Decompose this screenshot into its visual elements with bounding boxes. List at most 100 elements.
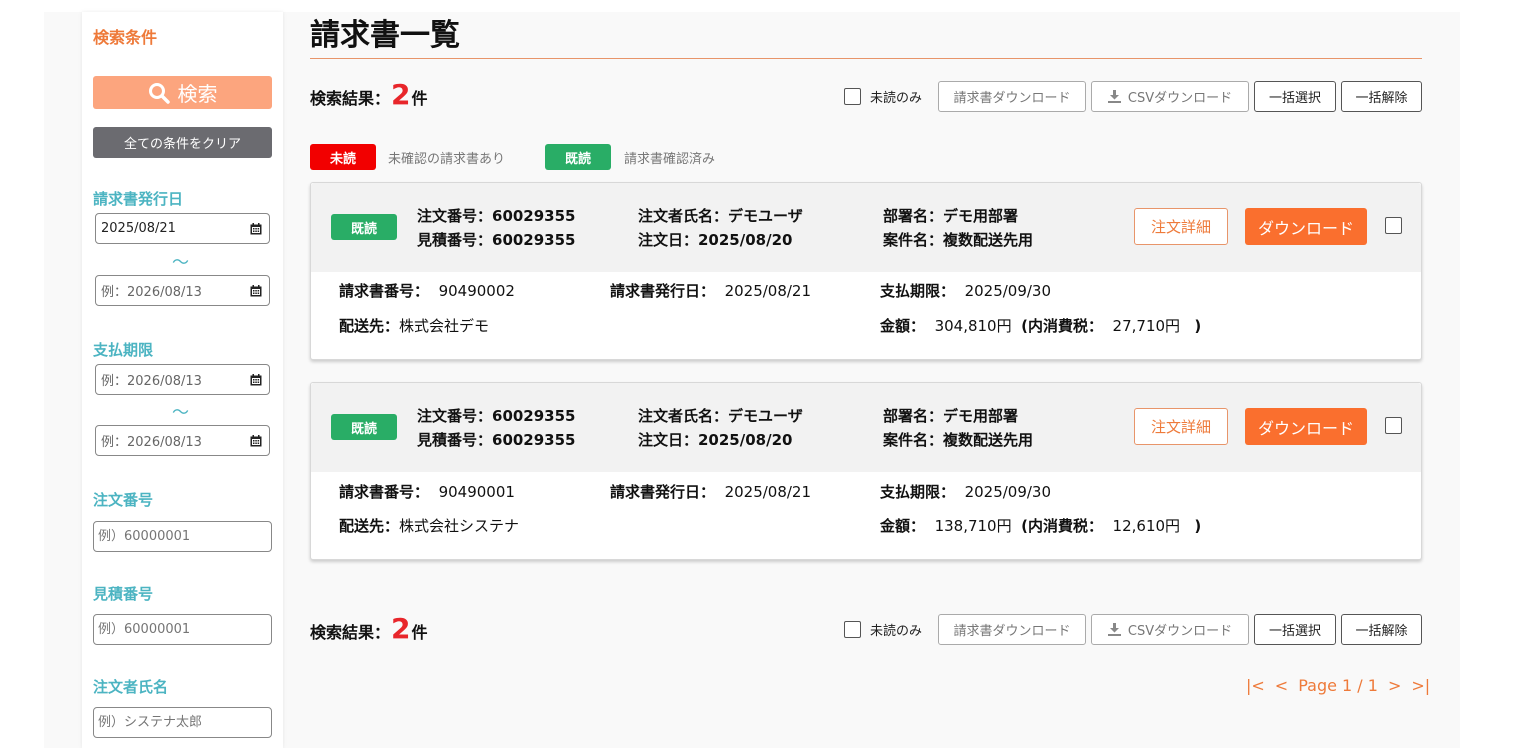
unread-only-checkbox[interactable] bbox=[844, 621, 861, 638]
issue-date-label: 請求書発行日： bbox=[610, 282, 716, 300]
tax-value: 27,710円 bbox=[1112, 317, 1181, 335]
due-date-to-field[interactable]: 例：2026/08/13 bbox=[95, 425, 270, 456]
search-sidebar: 検索条件 検索 全ての条件をクリア 請求書発行日 2025/08/21 ～ 例：… bbox=[82, 12, 283, 748]
result-number: 2 bbox=[391, 78, 411, 111]
range-tilde: ～ bbox=[172, 403, 189, 423]
issue-date-from-value: 2025/08/21 bbox=[101, 221, 176, 236]
deselect-all-button[interactable]: 一括解除 bbox=[1341, 81, 1423, 112]
order-number-label: 注文番号 bbox=[93, 491, 154, 509]
ship-to: 配送先：株式会社システナ bbox=[339, 515, 519, 536]
project-name: 案件名：複数配送先用 bbox=[883, 431, 1034, 449]
issue-date-label: 請求書発行日： bbox=[610, 483, 716, 501]
due-date-from-field[interactable]: 例：2026/08/13 bbox=[95, 364, 270, 395]
csv-download-label: CSVダウンロード bbox=[1127, 624, 1233, 639]
status-badge: 既読 bbox=[331, 414, 397, 440]
calendar-icon bbox=[250, 374, 262, 386]
invoice-card: 既読 注文番号：60029355 見積番号：60029355 注文者氏名：デモユ… bbox=[310, 382, 1422, 560]
status-badge: 既読 bbox=[331, 214, 397, 240]
invoice-number-label: 請求書番号： bbox=[339, 282, 430, 300]
issue-date-label: 請求書発行日 bbox=[93, 190, 184, 208]
due-date-label: 支払期限 bbox=[93, 341, 154, 359]
quote-number-input[interactable] bbox=[93, 614, 272, 645]
invoice-download-button[interactable]: 請求書ダウンロード bbox=[938, 614, 1087, 645]
issue-date-value: 2025/08/21 bbox=[724, 483, 812, 501]
download-button[interactable]: ダウンロード bbox=[1245, 208, 1367, 245]
tax-label: (内消費税： bbox=[1021, 517, 1103, 535]
card-select-checkbox[interactable] bbox=[1385, 417, 1402, 434]
select-all-button[interactable]: 一括選択 bbox=[1254, 81, 1337, 112]
unread-only-checkbox[interactable] bbox=[844, 88, 861, 105]
order-detail-button[interactable]: 注文詳細 bbox=[1134, 208, 1228, 245]
next-page-link[interactable]: > bbox=[1388, 676, 1401, 695]
order-detail-button[interactable]: 注文詳細 bbox=[1134, 408, 1228, 445]
issue-date: 請求書発行日： 2025/08/21 bbox=[610, 481, 811, 502]
due-date: 支払期限： 2025/09/30 bbox=[880, 481, 1051, 502]
result-suffix: 件 bbox=[411, 623, 428, 642]
department: 部署名：デモ用部署 bbox=[883, 207, 1019, 225]
last-page-link[interactable]: >| bbox=[1411, 676, 1430, 695]
due-date-value: 2025/09/30 bbox=[964, 483, 1052, 501]
search-icon bbox=[148, 82, 170, 104]
deselect-all-button[interactable]: 一括解除 bbox=[1341, 614, 1423, 645]
invoice-download-button[interactable]: 請求書ダウンロード bbox=[938, 81, 1087, 112]
invoice-number-value: 90490001 bbox=[438, 483, 515, 501]
csv-download-label: CSVダウンロード bbox=[1127, 91, 1233, 106]
read-desc: 請求書確認済み bbox=[624, 151, 716, 167]
toolbar-bottom: 未読のみ 請求書ダウンロード CSVダウンロード 一括選択 一括解除 bbox=[844, 614, 1423, 645]
quote-number: 見積番号：60029355 bbox=[417, 431, 576, 449]
download-icon bbox=[1107, 90, 1121, 103]
select-all-button[interactable]: 一括選択 bbox=[1254, 614, 1337, 645]
csv-download-button[interactable]: CSVダウンロード bbox=[1091, 614, 1250, 645]
unread-desc: 未確認の請求書あり bbox=[388, 151, 506, 167]
unread-only-toggle[interactable]: 未読のみ bbox=[844, 620, 922, 639]
amount: 金額： 138,710円 (内消費税： 12,610円 ) bbox=[880, 515, 1201, 536]
order-number: 注文番号：60029355 bbox=[417, 207, 576, 225]
due-date-value: 2025/09/30 bbox=[964, 282, 1052, 300]
title-divider bbox=[310, 58, 1422, 59]
quote-number-label: 見積番号 bbox=[93, 585, 154, 603]
download-button[interactable]: ダウンロード bbox=[1245, 408, 1367, 445]
tax-close: ) bbox=[1194, 317, 1202, 335]
issue-date-to-placeholder: 例：2026/08/13 bbox=[101, 285, 202, 300]
amount: 金額： 304,810円 (内消費税： 27,710円 ) bbox=[880, 315, 1201, 336]
due-date: 支払期限： 2025/09/30 bbox=[880, 280, 1051, 301]
order-date: 注文日：2025/08/20 bbox=[638, 231, 793, 249]
page-title: 請求書一覧 bbox=[310, 18, 460, 53]
result-count-top: 検索結果： 2 件 bbox=[310, 78, 428, 111]
prev-page-link[interactable]: < bbox=[1275, 676, 1288, 695]
calendar-icon bbox=[250, 285, 262, 297]
invoice-number: 請求書番号： 90490001 bbox=[339, 481, 515, 502]
tax-label: (内消費税： bbox=[1021, 317, 1103, 335]
tax-close: ) bbox=[1194, 517, 1202, 535]
quote-number: 見積番号：60029355 bbox=[417, 231, 576, 249]
first-page-link[interactable]: |< bbox=[1246, 676, 1265, 695]
orderer-name: 注文者氏名：デモユーザ bbox=[638, 207, 803, 225]
issue-date-value: 2025/08/21 bbox=[724, 282, 812, 300]
amount-value: 138,710円 bbox=[934, 517, 1012, 535]
search-button[interactable]: 検索 bbox=[93, 76, 272, 109]
issue-date-to-field[interactable]: 例：2026/08/13 bbox=[95, 275, 270, 306]
project-name: 案件名：複数配送先用 bbox=[883, 231, 1034, 249]
issue-date-from-field[interactable]: 2025/08/21 bbox=[95, 213, 270, 244]
range-tilde: ～ bbox=[172, 253, 189, 273]
toolbar-top: 未読のみ 請求書ダウンロード CSVダウンロード 一括選択 一括解除 bbox=[844, 81, 1423, 112]
due-date-label: 支払期限： bbox=[880, 282, 956, 300]
due-date-to-placeholder: 例：2026/08/13 bbox=[101, 435, 202, 450]
clear-conditions-button[interactable]: 全ての条件をクリア bbox=[93, 127, 272, 158]
order-number-input[interactable] bbox=[93, 521, 272, 552]
result-suffix: 件 bbox=[411, 89, 428, 108]
card-select-checkbox[interactable] bbox=[1385, 217, 1402, 234]
orderer-name-input[interactable] bbox=[93, 707, 272, 738]
invoice-number: 請求書番号： 90490002 bbox=[339, 280, 515, 301]
amount-value: 304,810円 bbox=[934, 317, 1012, 335]
tax-value: 12,610円 bbox=[1112, 517, 1181, 535]
issue-date: 請求書発行日： 2025/08/21 bbox=[610, 280, 811, 301]
csv-download-button[interactable]: CSVダウンロード bbox=[1091, 81, 1250, 112]
due-date-label: 支払期限： bbox=[880, 483, 956, 501]
ship-to-value: 株式会社システナ bbox=[399, 517, 520, 535]
amount-label: 金額： bbox=[880, 517, 926, 535]
unread-only-toggle[interactable]: 未読のみ bbox=[844, 87, 922, 106]
order-date: 注文日：2025/08/20 bbox=[638, 431, 793, 449]
department: 部署名：デモ用部署 bbox=[883, 407, 1019, 425]
calendar-icon bbox=[250, 223, 262, 235]
